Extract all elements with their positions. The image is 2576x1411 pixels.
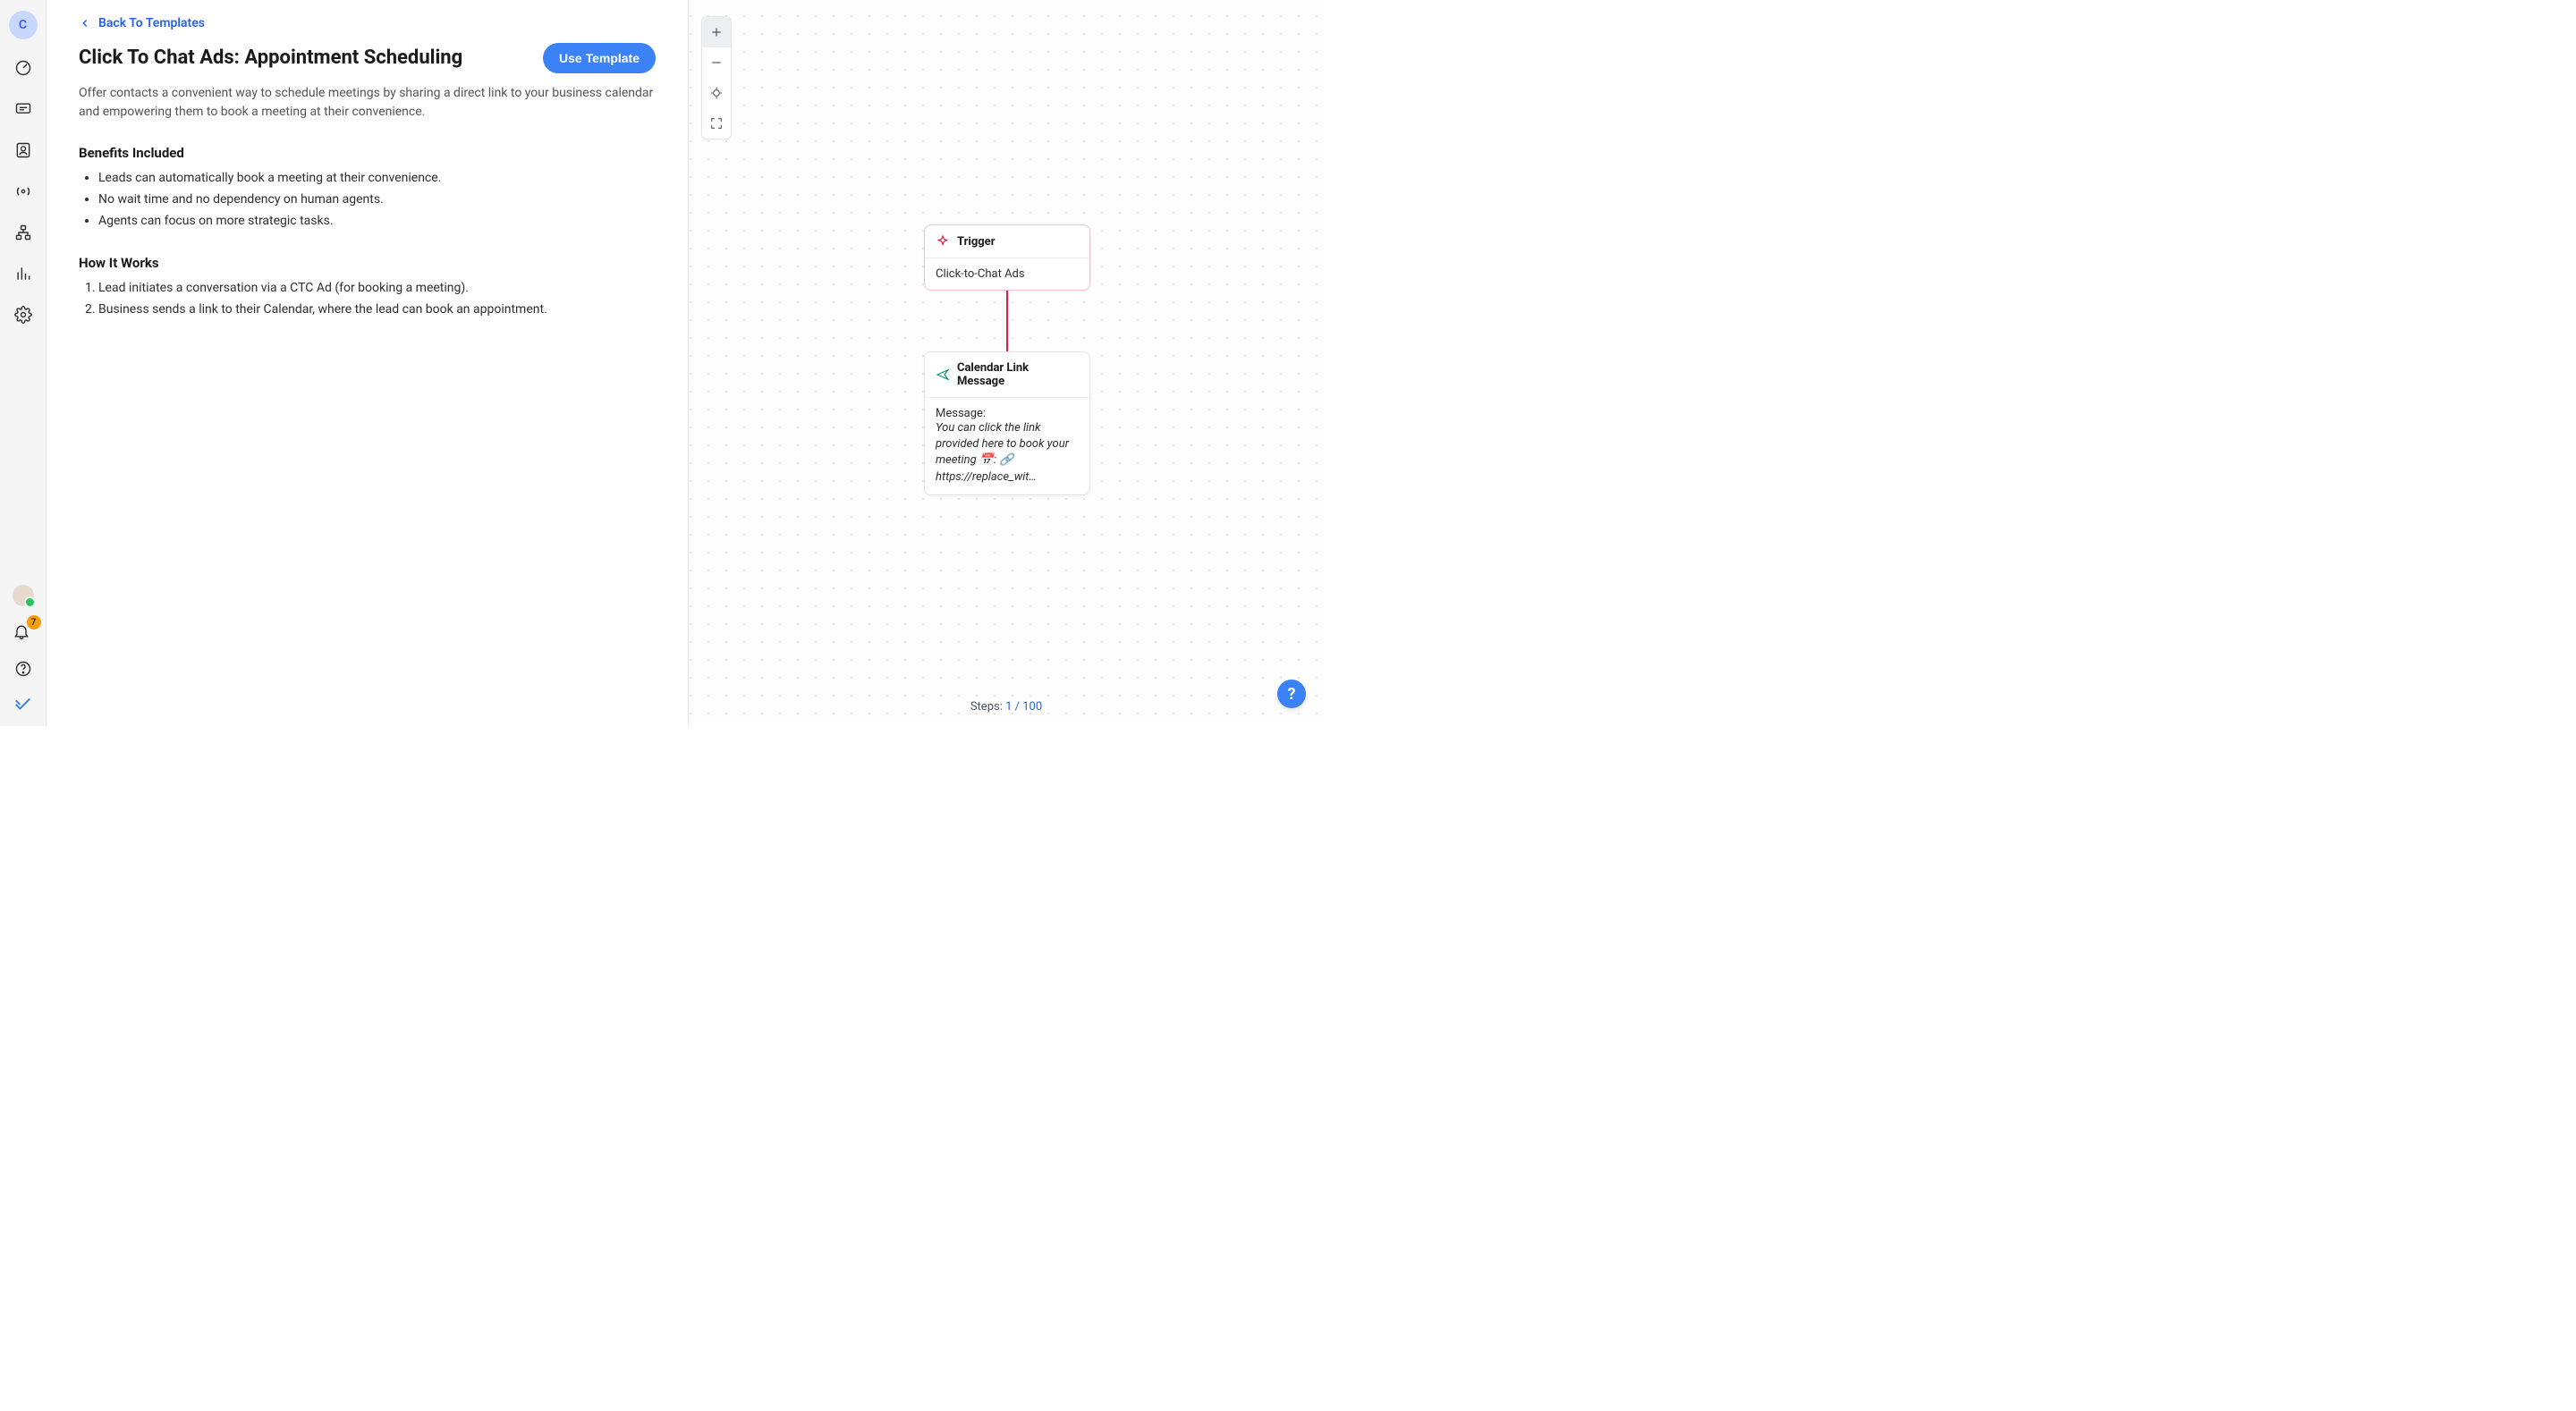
trigger-node-body: Click-to-Chat Ads (936, 267, 1025, 281)
steps-label: Steps: (970, 700, 1003, 714)
gauge-icon[interactable] (14, 59, 32, 77)
fullscreen-button[interactable] (702, 108, 731, 139)
zoom-out-button[interactable] (702, 47, 731, 78)
minus-icon (709, 55, 724, 70)
fit-view-button[interactable] (702, 78, 731, 108)
chat-icon[interactable] (14, 100, 32, 118)
help-fab[interactable]: ? (1277, 680, 1306, 708)
message-node[interactable]: Calendar Link Message Message: You can c… (924, 351, 1090, 495)
template-info-panel: Back To Templates Click To Chat Ads: App… (47, 0, 689, 726)
list-item: Leads can automatically book a meeting a… (98, 168, 656, 190)
list-item: Lead initiates a conversation via a CTC … (98, 278, 656, 300)
list-item: Agents can focus on more strategic tasks… (98, 211, 656, 232)
message-node-body: You can click the link provided here to … (936, 420, 1079, 486)
how-it-works-heading: How It Works (79, 255, 656, 271)
message-node-title: Calendar Link Message (957, 361, 1079, 388)
app-sidebar: C (0, 0, 47, 726)
trigger-node-title: Trigger (957, 235, 995, 249)
benefits-list: Leads can automatically book a meeting a… (79, 168, 656, 232)
page-title: Click To Chat Ads: Appointment Schedulin… (79, 46, 462, 72)
brand-logo-icon (13, 694, 33, 714)
trigger-sparkle-icon (936, 234, 950, 249)
send-icon (936, 368, 950, 382)
list-item: No wait time and no dependency on human … (98, 190, 656, 211)
reports-icon[interactable] (14, 265, 32, 283)
benefits-heading: Benefits Included (79, 145, 656, 161)
settings-icon[interactable] (14, 306, 32, 324)
expand-icon (709, 116, 724, 131)
message-node-label: Message: (936, 407, 1079, 420)
target-icon (709, 86, 724, 100)
steps-max: 100 (1022, 700, 1042, 714)
node-connector (1006, 291, 1008, 353)
plus-icon (709, 25, 724, 39)
chevron-left-icon (79, 17, 91, 30)
notifications-button[interactable]: 7 (13, 622, 34, 644)
list-item: Business sends a link to their Calendar,… (98, 300, 656, 321)
trigger-node[interactable]: Trigger Click-to-Chat Ads (924, 224, 1090, 291)
broadcast-icon[interactable] (14, 182, 32, 200)
workspace-avatar[interactable]: C (9, 11, 38, 39)
steps-indicator: Steps: 1 / 100 (970, 700, 1042, 714)
zoom-in-button[interactable] (702, 17, 731, 47)
notification-badge: 7 (27, 615, 41, 629)
back-link-label: Back To Templates (98, 16, 205, 30)
use-template-button[interactable]: Use Template (543, 43, 656, 73)
canvas-controls (701, 16, 732, 139)
workflow-icon[interactable] (14, 224, 32, 241)
how-it-works-list: Lead initiates a conversation via a CTC … (79, 278, 656, 321)
steps-current: 1 (1005, 700, 1012, 714)
back-to-templates-link[interactable]: Back To Templates (79, 16, 205, 30)
user-avatar[interactable] (13, 585, 34, 606)
workflow-canvas[interactable]: Trigger Click-to-Chat Ads Calendar Link … (689, 0, 1324, 726)
template-description: Offer contacts a convenient way to sched… (79, 84, 656, 122)
help-icon[interactable] (14, 660, 32, 678)
contact-icon[interactable] (14, 141, 32, 159)
